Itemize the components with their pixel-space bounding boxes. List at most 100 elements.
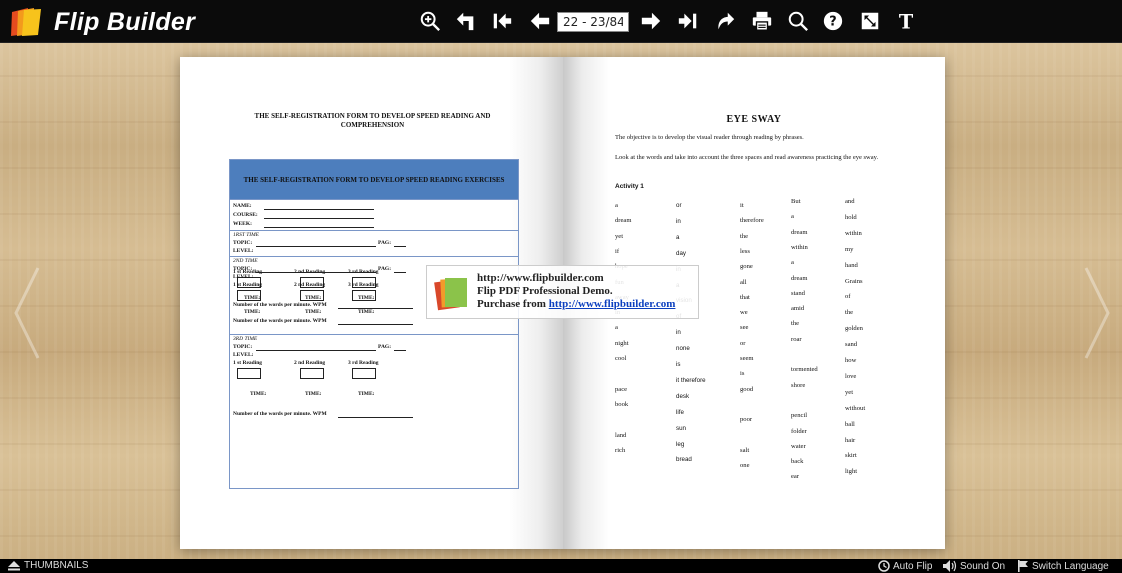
word: folder bbox=[791, 427, 807, 435]
time-box bbox=[300, 368, 324, 379]
reading-2-label: 2 nd Reading bbox=[294, 360, 326, 366]
word: therefore bbox=[740, 217, 764, 225]
word: life bbox=[676, 408, 684, 416]
last-page-button[interactable] bbox=[675, 8, 701, 34]
prev-page-arrow-icon[interactable] bbox=[8, 263, 46, 363]
back-icon bbox=[456, 12, 474, 31]
course-line bbox=[264, 218, 374, 219]
word: roar bbox=[791, 335, 802, 343]
previous-page-icon bbox=[530, 12, 550, 30]
word: we bbox=[740, 309, 748, 317]
print-button[interactable] bbox=[749, 8, 775, 34]
time-box bbox=[237, 290, 261, 301]
section-label: 3RD TIME bbox=[233, 336, 258, 342]
time-box bbox=[352, 368, 376, 379]
word: golden bbox=[845, 325, 863, 333]
word: a bbox=[615, 202, 618, 209]
svg-text:?: ? bbox=[829, 15, 836, 30]
previous-page-button[interactable] bbox=[527, 8, 553, 34]
word: shore bbox=[791, 381, 806, 389]
word: poor bbox=[740, 416, 753, 424]
course-label: COURSE: bbox=[233, 212, 258, 218]
fullscreen-button[interactable] bbox=[857, 8, 883, 34]
watermark-demo-text: Flip PDF Professional Demo. bbox=[477, 285, 613, 297]
back-button[interactable] bbox=[453, 8, 479, 34]
demo-watermark: http://www.flipbuilder.com Flip PDF Prof… bbox=[426, 265, 699, 319]
pag-label: PAG: bbox=[378, 266, 392, 272]
flip-pdf-logo-icon bbox=[434, 278, 467, 311]
share-button[interactable] bbox=[712, 8, 738, 34]
right-page-title: EYE SWAY bbox=[726, 114, 782, 125]
word: all bbox=[740, 278, 747, 286]
time-label: TIME: bbox=[305, 391, 322, 397]
word: dream bbox=[791, 274, 808, 282]
svg-text:T: T bbox=[899, 10, 914, 32]
word: a bbox=[676, 233, 680, 241]
search-button[interactable] bbox=[785, 8, 811, 34]
name-label: NAME: bbox=[233, 203, 252, 209]
word: a bbox=[791, 259, 794, 267]
pag-label: PAG: bbox=[378, 344, 392, 350]
text-mode-button[interactable]: T bbox=[893, 8, 919, 34]
word: of bbox=[845, 293, 851, 301]
wpm-line bbox=[338, 324, 413, 325]
word: hold bbox=[845, 213, 857, 221]
word: if bbox=[615, 247, 620, 255]
word: in bbox=[676, 329, 681, 337]
search-icon bbox=[788, 11, 809, 32]
word: it bbox=[740, 202, 744, 209]
auto-flip-label: Auto Flip bbox=[893, 560, 933, 572]
word: ear bbox=[791, 473, 800, 481]
topic-line bbox=[256, 246, 376, 247]
bottom-bar: THUMBNAILS Auto Flip Sound On Switch Lan… bbox=[0, 559, 1122, 573]
word: But bbox=[791, 198, 801, 205]
word: less bbox=[740, 247, 750, 255]
switch-language-button[interactable]: Switch Language bbox=[1017, 560, 1109, 572]
help-icon: ? bbox=[823, 11, 843, 31]
reading-3-label: 3 rd Reading bbox=[348, 360, 379, 366]
word: ball bbox=[845, 420, 855, 428]
word: cool bbox=[615, 355, 627, 362]
last-page-icon bbox=[678, 13, 697, 29]
word: salt bbox=[740, 446, 750, 454]
word: stand bbox=[791, 289, 805, 297]
sound-button[interactable]: Sound On bbox=[943, 560, 1005, 572]
left-page-title: THE SELF-REGISTRATION FORM TO DEVELOP SP… bbox=[254, 112, 491, 129]
level-label: LEVEL: bbox=[233, 352, 254, 358]
help-button[interactable]: ? bbox=[820, 8, 846, 34]
first-page-button[interactable] bbox=[489, 8, 515, 34]
word: one bbox=[740, 462, 750, 470]
page-number-input[interactable] bbox=[557, 12, 629, 32]
word: dream bbox=[615, 217, 632, 225]
activity-label: Activity 1 bbox=[615, 183, 644, 190]
pag-line bbox=[394, 272, 406, 273]
time-box bbox=[352, 290, 376, 301]
purchase-link[interactable]: http://www.flipbuilder.com bbox=[549, 298, 676, 310]
word: dream bbox=[791, 228, 808, 236]
next-page-arrow-icon[interactable] bbox=[1078, 263, 1116, 363]
fullscreen-icon bbox=[861, 12, 879, 30]
next-page-button[interactable] bbox=[638, 8, 664, 34]
word: sand bbox=[845, 341, 858, 349]
thumbnails-button[interactable]: THUMBNAILS bbox=[8, 560, 88, 571]
word: in bbox=[676, 217, 681, 225]
switch-language-label: Switch Language bbox=[1032, 560, 1109, 572]
word: desk bbox=[676, 392, 690, 400]
reading-3-label: 3 rd Reading bbox=[348, 282, 379, 288]
text-icon: T bbox=[899, 10, 914, 32]
registration-form: THE SELF-REGISTRATION FORM TO DEVELOP SP… bbox=[229, 159, 519, 489]
wpm-line bbox=[338, 417, 413, 418]
reading-1-label: 1 st Reading bbox=[233, 360, 263, 366]
word: skirt bbox=[845, 452, 857, 460]
word: the bbox=[791, 320, 800, 328]
word: it therefore bbox=[676, 376, 706, 384]
first-page-icon bbox=[493, 13, 512, 29]
app-title: Flip Builder bbox=[54, 7, 196, 36]
form-header: THE SELF-REGISTRATION FORM TO DEVELOP SP… bbox=[230, 160, 518, 200]
word: see bbox=[740, 324, 749, 332]
topic-label: TOPIC: bbox=[233, 266, 253, 272]
topic-label: TOPIC: bbox=[233, 344, 253, 350]
zoom-in-button[interactable] bbox=[417, 8, 443, 34]
auto-flip-button[interactable]: Auto Flip bbox=[878, 560, 932, 572]
word: within bbox=[845, 229, 862, 237]
